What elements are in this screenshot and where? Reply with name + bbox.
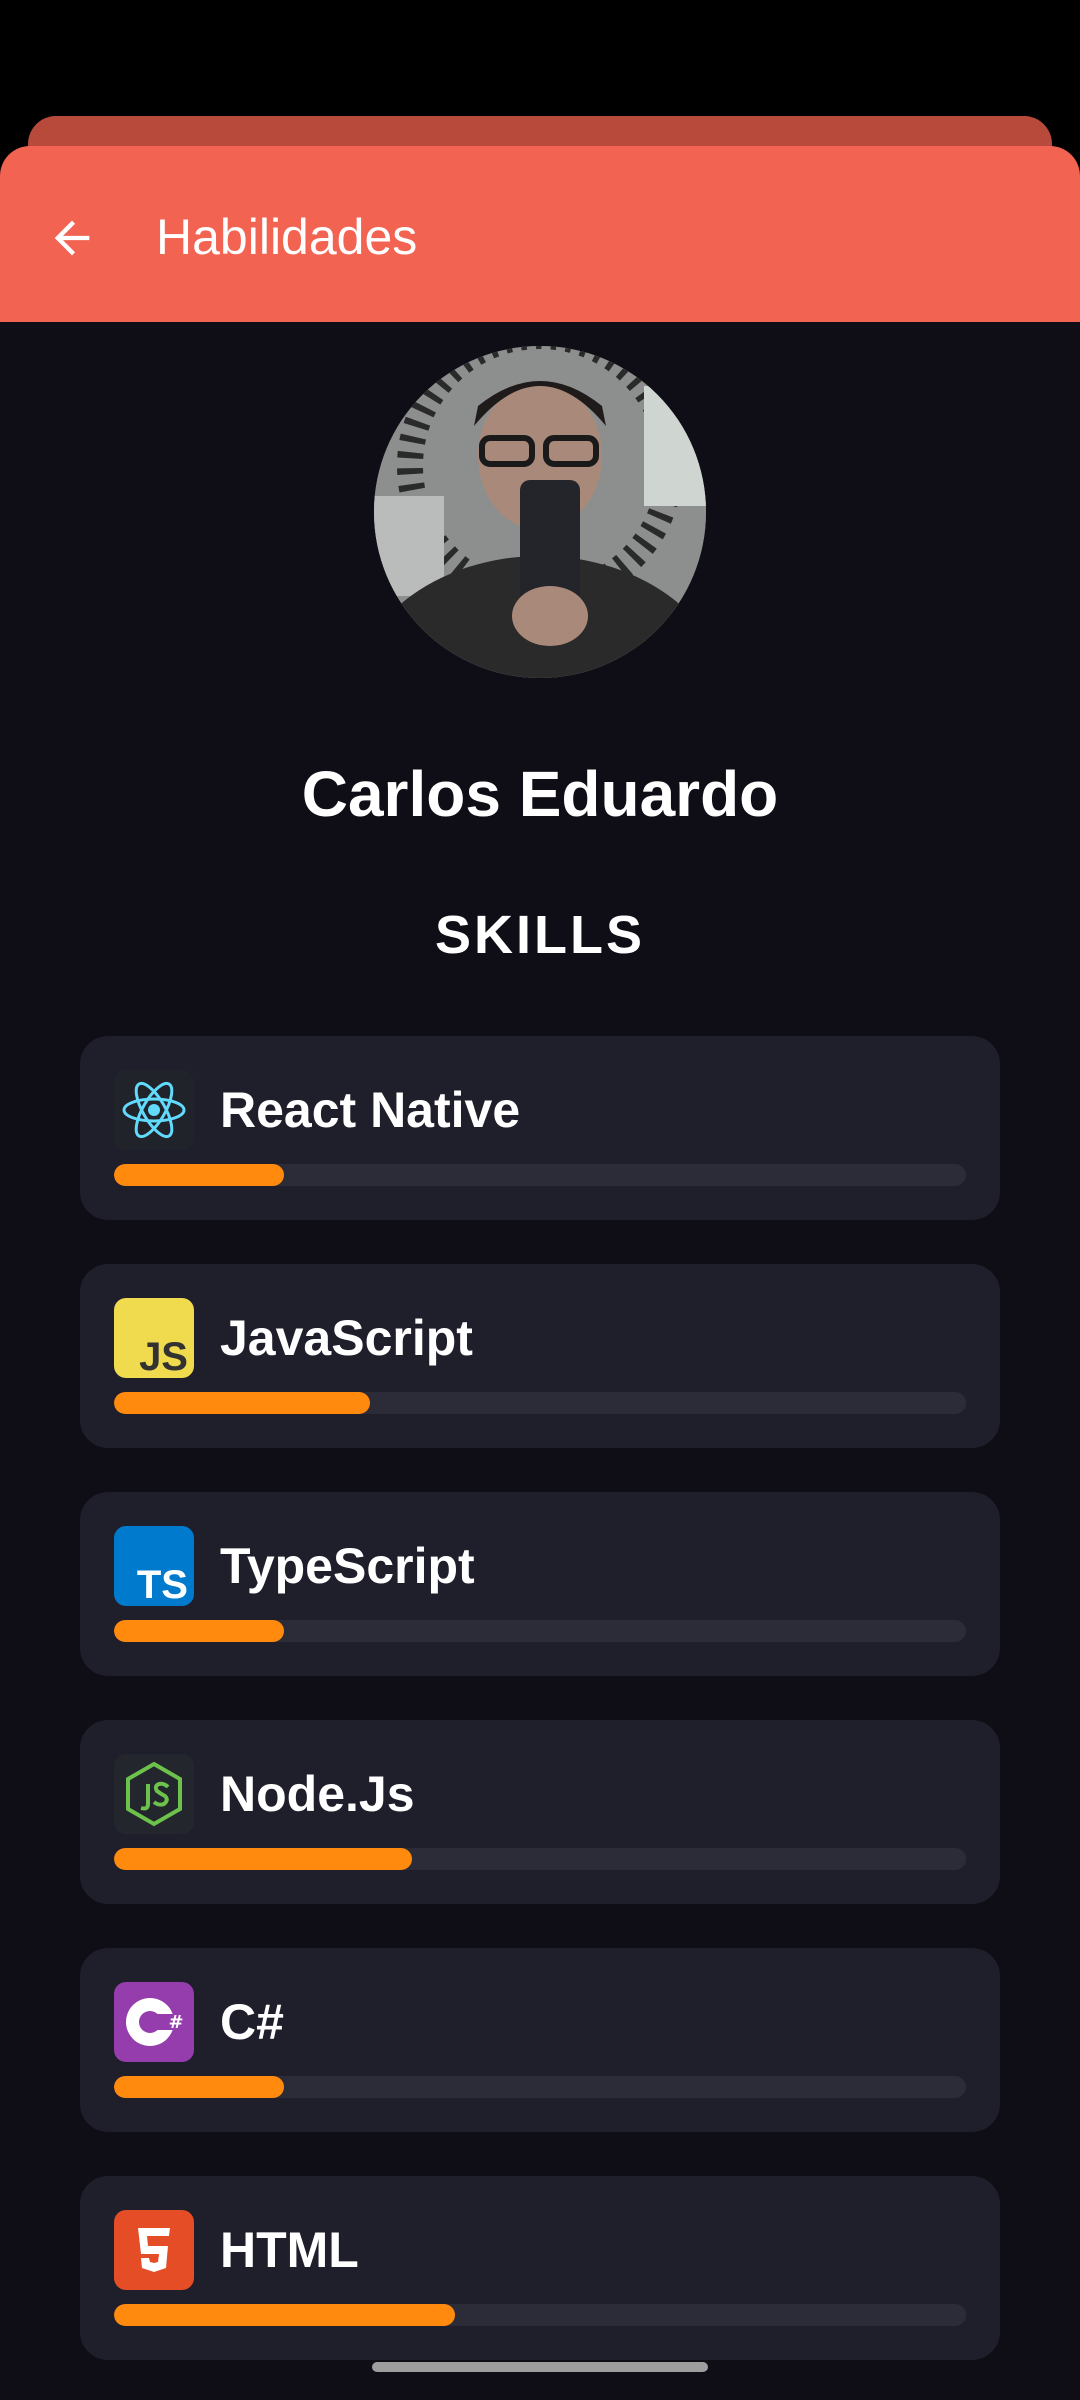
skill-card-typescript: TS TypeScript: [80, 1492, 1000, 1676]
skill-card-html: HTML: [80, 2176, 1000, 2360]
skill-card-nodejs: Node.Js: [80, 1720, 1000, 1904]
svg-text:JS: JS: [139, 1335, 188, 1378]
skill-card-csharp: # C#: [80, 1948, 1000, 2132]
skill-progress-track: [114, 1620, 966, 1642]
skill-name: HTML: [220, 2222, 359, 2278]
skill-list: React Native JS JavaScript TS TypeScript…: [80, 1036, 1000, 2400]
html5-icon: [114, 2210, 194, 2290]
skill-name: React Native: [220, 1082, 521, 1138]
skill-card-react-native: React Native: [80, 1036, 1000, 1220]
skill-progress-track: [114, 1164, 966, 1186]
skill-progress-fill: [114, 1620, 285, 1642]
modal-content: Habilidades Carlos Eduardo SKILLS React …: [0, 146, 1080, 2400]
app-bar: Habilidades: [0, 146, 1080, 322]
skill-name: Node.Js: [220, 1766, 415, 1822]
profile-photo: [374, 346, 706, 678]
nodejs-icon: [114, 1754, 194, 1834]
skill-progress-fill: [114, 1392, 370, 1414]
skill-progress-fill: [114, 1164, 285, 1186]
skill-progress-track: [114, 2304, 966, 2326]
react-icon: [114, 1070, 194, 1150]
javascript-icon: JS: [114, 1298, 194, 1378]
skill-progress-track: [114, 1392, 966, 1414]
skill-name: TypeScript: [220, 1538, 475, 1594]
profile-name: Carlos Eduardo: [301, 758, 779, 830]
screen: Habilidades Carlos Eduardo SKILLS React …: [0, 0, 1080, 2400]
arrow-left-icon: [54, 220, 90, 256]
typescript-icon: TS: [114, 1526, 194, 1606]
skill-progress-fill: [114, 2076, 285, 2098]
svg-text:#: #: [168, 2012, 183, 2033]
skills-heading: SKILLS: [434, 905, 645, 965]
back-button[interactable]: [34, 200, 110, 276]
skill-progress-track: [114, 2076, 966, 2098]
skill-card-javascript: JS JavaScript: [80, 1264, 1000, 1448]
avatar: [374, 346, 706, 678]
page-title: Habilidades: [156, 209, 418, 265]
skill-progress-track: [114, 1848, 966, 1870]
skill-name: C#: [220, 1994, 284, 2050]
svg-text:TS: TS: [137, 1563, 188, 1606]
csharp-icon: #: [114, 1982, 194, 2062]
skill-progress-fill: [114, 1848, 413, 1870]
skill-progress-fill: [114, 2304, 455, 2326]
home-indicator[interactable]: [372, 2362, 708, 2372]
skill-name: JavaScript: [220, 1310, 473, 1366]
